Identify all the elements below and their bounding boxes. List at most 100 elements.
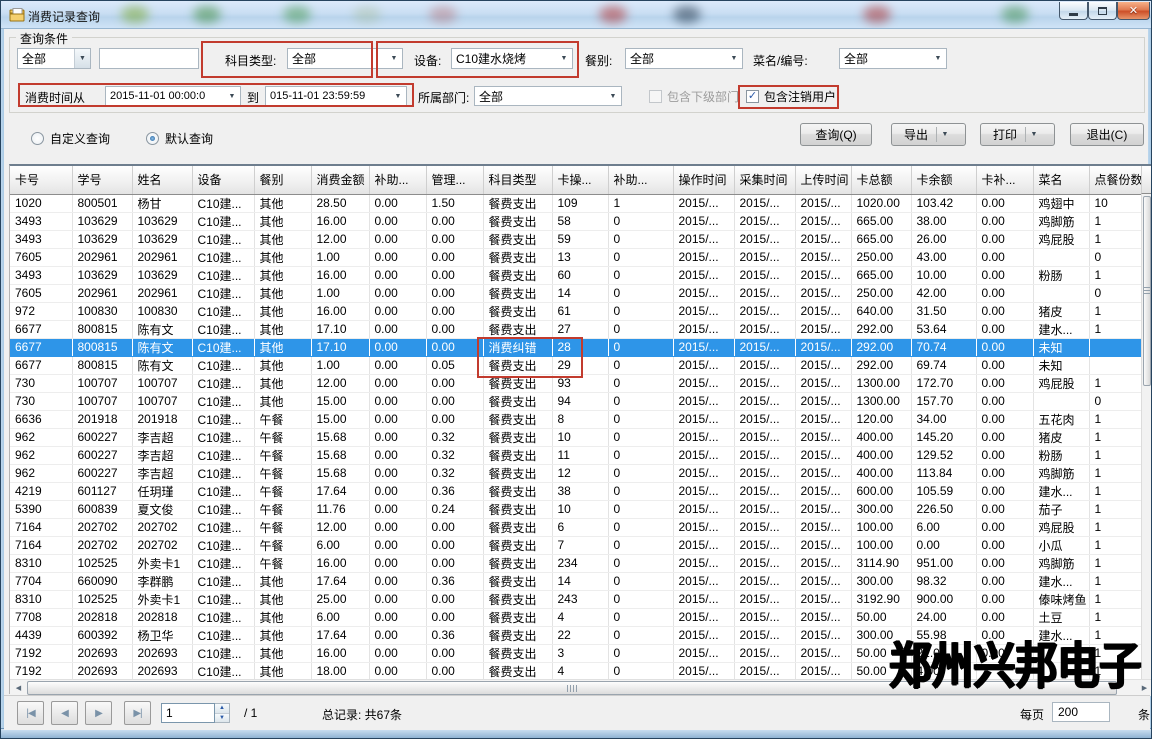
table-cell[interactable]: 午餐 (254, 464, 311, 482)
table-cell[interactable]: 102525 (72, 554, 132, 572)
table-cell[interactable]: C10建... (192, 230, 254, 248)
table-cell[interactable]: 0 (1089, 284, 1142, 302)
table-cell[interactable]: C10建... (192, 626, 254, 644)
table-cell[interactable]: 202961 (132, 248, 192, 266)
table-cell[interactable]: 2015/... (673, 194, 734, 212)
table-cell[interactable]: 0.00 (369, 644, 426, 662)
table-cell[interactable]: 2015/... (795, 320, 851, 338)
table-cell[interactable]: 粉肠 (1033, 446, 1089, 464)
column-header[interactable]: 采集时间 (734, 166, 795, 194)
query-button[interactable]: 查询(Q) (800, 123, 872, 146)
column-header[interactable]: 卡总额 (851, 166, 911, 194)
table-row[interactable]: 962600227李吉超C10建...午餐15.680.000.32餐费支出10… (10, 428, 1142, 446)
table-cell[interactable]: 100.00 (851, 518, 911, 536)
table-cell[interactable]: 0.32 (426, 428, 483, 446)
table-cell[interactable]: 餐费支出 (483, 662, 552, 679)
table-cell[interactable]: 0.32 (426, 446, 483, 464)
table-cell[interactable]: 0 (608, 662, 673, 679)
table-cell[interactable]: C10建... (192, 464, 254, 482)
table-row[interactable]: 4219601127任玥瑾C10建...午餐17.640.000.36餐费支出3… (10, 482, 1142, 500)
table-cell[interactable]: 鸡翅中 (1033, 194, 1089, 212)
table-cell[interactable]: 0 (608, 590, 673, 608)
table-cell[interactable]: 0.00 (976, 284, 1033, 302)
table-cell[interactable]: C10建... (192, 662, 254, 679)
table-cell[interactable]: 0.00 (976, 572, 1033, 590)
table-cell[interactable]: 0.00 (976, 536, 1033, 554)
table-cell[interactable]: 餐费支出 (483, 302, 552, 320)
table-cell[interactable]: 28 (552, 338, 608, 356)
spin-up-icon[interactable]: ▲ (215, 704, 229, 713)
table-cell[interactable]: 其他 (254, 266, 311, 284)
table-cell[interactable]: 1 (1089, 410, 1142, 428)
table-cell[interactable]: 12.00 (311, 374, 369, 392)
table-cell[interactable]: 其他 (254, 374, 311, 392)
export-button[interactable]: 导出 ▼ (891, 123, 966, 146)
table-cell[interactable]: 0.00 (369, 410, 426, 428)
table-cell[interactable]: 2015/... (734, 374, 795, 392)
table-cell[interactable]: 0.00 (976, 194, 1033, 212)
spin-down-icon[interactable]: ▼ (215, 713, 229, 723)
table-cell[interactable]: 31.50 (911, 302, 976, 320)
last-page-button[interactable]: ▶| (124, 701, 151, 725)
table-cell[interactable]: 2015/... (795, 392, 851, 410)
table-cell[interactable]: 38 (552, 482, 608, 500)
table-cell[interactable]: 0 (608, 500, 673, 518)
table-cell[interactable]: 50.00 (851, 608, 911, 626)
table-cell[interactable]: 2015/... (734, 356, 795, 374)
table-cell[interactable]: 0.00 (369, 626, 426, 644)
table-cell[interactable]: 61 (552, 302, 608, 320)
table-cell[interactable]: 10 (552, 500, 608, 518)
table-cell[interactable]: 157.70 (911, 392, 976, 410)
table-cell[interactable]: 2015/... (734, 608, 795, 626)
table-cell[interactable]: 2015/... (795, 446, 851, 464)
table-cell[interactable]: 962 (10, 464, 72, 482)
table-row[interactable]: 7708202818202818C10建...其他6.000.000.00餐费支… (10, 608, 1142, 626)
table-cell[interactable]: 400.00 (851, 464, 911, 482)
table-cell[interactable]: 餐费支出 (483, 626, 552, 644)
table-cell[interactable]: 0 (608, 428, 673, 446)
table-cell[interactable]: 餐费支出 (483, 500, 552, 518)
table-cell[interactable] (1089, 356, 1142, 374)
table-cell[interactable]: 600392 (72, 626, 132, 644)
table-cell[interactable]: 鸡脚筋 (1033, 554, 1089, 572)
table-cell[interactable]: 0.00 (976, 446, 1033, 464)
table-cell[interactable]: C10建... (192, 320, 254, 338)
table-cell[interactable]: 0.00 (369, 230, 426, 248)
table-cell[interactable]: 10 (552, 428, 608, 446)
table-cell[interactable]: 7164 (10, 518, 72, 536)
table-cell[interactable]: 292.00 (851, 356, 911, 374)
table-cell[interactable]: C10建... (192, 248, 254, 266)
table-cell[interactable]: 2015/... (795, 302, 851, 320)
table-cell[interactable]: 其他 (254, 212, 311, 230)
table-row[interactable]: 7164202702202702C10建...午餐6.000.000.00餐费支… (10, 536, 1142, 554)
table-cell[interactable]: 800815 (72, 338, 132, 356)
table-cell[interactable]: 34.00 (911, 410, 976, 428)
table-cell[interactable]: 午餐 (254, 428, 311, 446)
table-cell[interactable]: 962 (10, 446, 72, 464)
table-cell[interactable]: 1020 (10, 194, 72, 212)
table-cell[interactable]: 餐费支出 (483, 464, 552, 482)
table-cell[interactable]: 2015/... (734, 410, 795, 428)
table-cell[interactable]: 0.00 (976, 392, 1033, 410)
next-page-button[interactable]: ▶ (85, 701, 112, 725)
table-cell[interactable]: 0.00 (369, 392, 426, 410)
table-cell[interactable]: 3493 (10, 266, 72, 284)
table-cell[interactable]: 202702 (132, 536, 192, 554)
table-cell[interactable]: 2015/... (795, 248, 851, 266)
table-cell[interactable]: 665.00 (851, 230, 911, 248)
table-cell[interactable]: 2015/... (795, 536, 851, 554)
table-cell[interactable]: 未知 (1033, 356, 1089, 374)
table-cell[interactable]: 1 (1089, 230, 1142, 248)
table-cell[interactable]: 鸡屁股 (1033, 374, 1089, 392)
table-cell[interactable]: 16.00 (311, 302, 369, 320)
table-cell[interactable]: 0 (608, 446, 673, 464)
table-cell[interactable]: 98.32 (911, 572, 976, 590)
table-cell[interactable]: 0 (608, 572, 673, 590)
table-cell[interactable]: 餐费支出 (483, 446, 552, 464)
column-header[interactable]: 卡号 (10, 166, 72, 194)
table-cell[interactable]: 6.00 (911, 518, 976, 536)
table-cell[interactable]: 38.00 (911, 212, 976, 230)
table-cell[interactable]: 陈有文 (132, 320, 192, 338)
table-cell[interactable]: 12.00 (311, 518, 369, 536)
table-cell[interactable]: 105.59 (911, 482, 976, 500)
